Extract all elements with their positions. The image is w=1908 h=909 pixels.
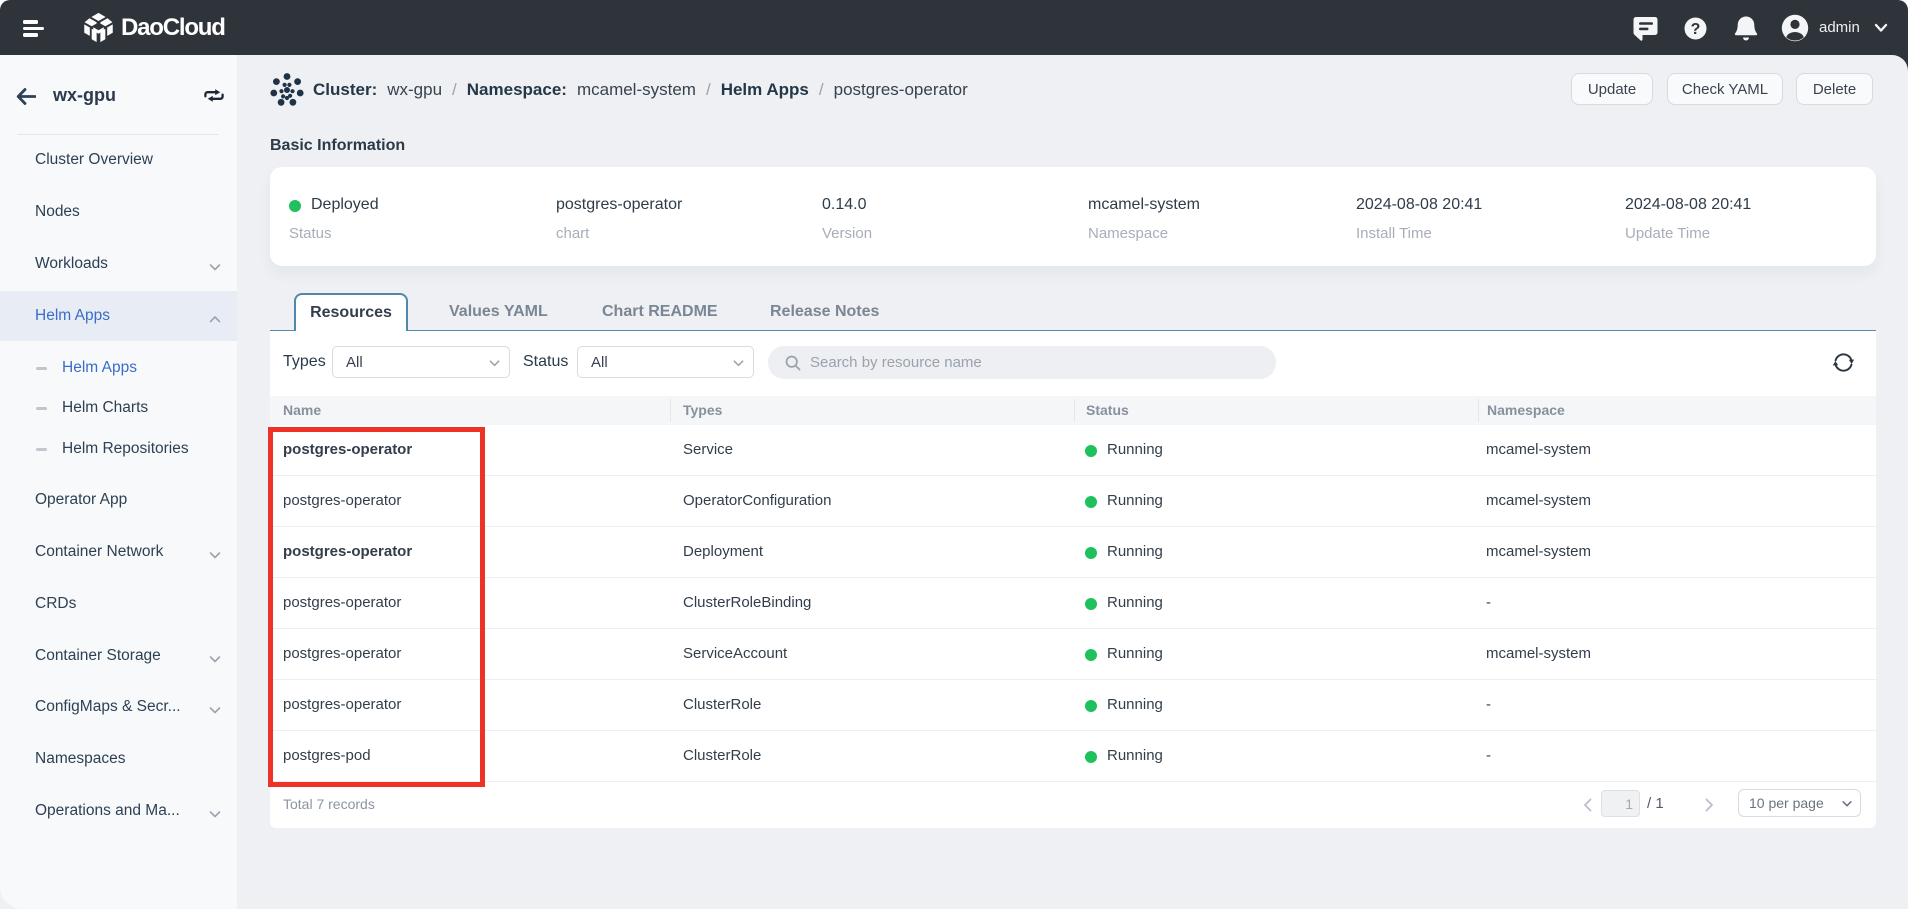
svg-text:?: ? bbox=[1691, 21, 1701, 38]
